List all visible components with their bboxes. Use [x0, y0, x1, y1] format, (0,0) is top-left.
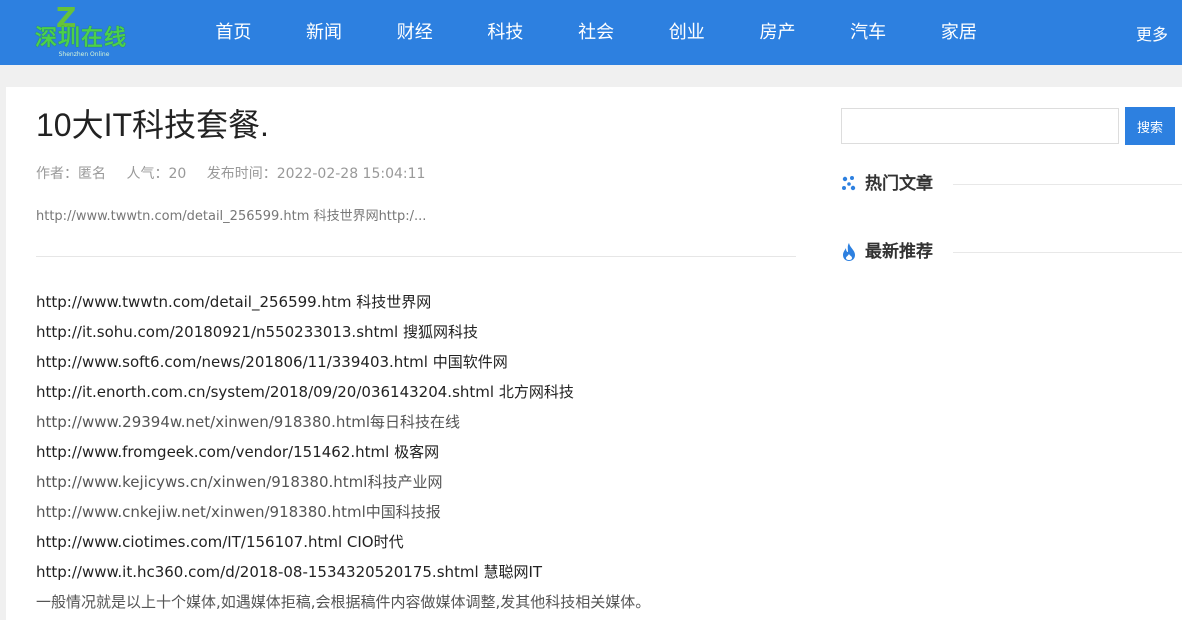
nav-finance[interactable]: 财经 — [369, 0, 460, 65]
hot-articles-header: 热门文章 — [841, 171, 1182, 197]
article-line: http://www.soft6.com/news/201806/11/3394… — [36, 353, 508, 371]
site-logo[interactable]: Z 深圳在线 Shenzhen Online — [4, 4, 158, 58]
article-meta: 作者：匿名 人气：20 发布时间：2022-02-28 15:04:11 — [36, 163, 441, 183]
nav-realestate[interactable]: 房产 — [732, 0, 823, 65]
nav-auto[interactable]: 汽车 — [823, 0, 914, 65]
top-navigation-bar: Z 深圳在线 Shenzhen Online 首页 新闻 财经 科技 社会 创业… — [0, 0, 1182, 65]
article-summary: http://www.twwtn.com/detail_256599.htm 科… — [36, 209, 427, 224]
article-line: http://www.cnkejiw.net/xinwen/918380.htm… — [36, 503, 441, 521]
latest-recommend-label: 最新推荐 — [865, 242, 933, 262]
article-line: http://www.it.hc360.com/d/2018-08-153432… — [36, 563, 543, 581]
main-nav: 首页 新闻 财经 科技 社会 创业 房产 汽车 家居 — [188, 0, 1004, 65]
article-body: http://www.twwtn.com/detail_256599.htm 科… — [36, 287, 816, 617]
latest-recommend-rule — [953, 252, 1182, 253]
divider — [36, 256, 796, 257]
article-line: http://www.29394w.net/xinwen/918380.html… — [36, 413, 460, 431]
content-card: 10大IT科技套餐. 作者：匿名 人气：20 发布时间：2022-02-28 1… — [6, 87, 1182, 620]
nav-startup[interactable]: 创业 — [641, 0, 732, 65]
nav-news[interactable]: 新闻 — [279, 0, 370, 65]
nav-tech[interactable]: 科技 — [460, 0, 551, 65]
search-button[interactable]: 搜索 — [1125, 107, 1175, 145]
article-line: http://www.kejicyws.cn/xinwen/918380.htm… — [36, 473, 443, 491]
hot-articles-rule — [953, 184, 1182, 185]
sparkle-icon — [841, 174, 857, 194]
article-author: 作者：匿名 — [36, 166, 106, 182]
nav-home[interactable]: 首页 — [188, 0, 279, 65]
article-line: 一般情况就是以上十个媒体,如遇媒体拒稿,会根据稿件内容做媒体调整,发其他科技相关… — [36, 593, 651, 611]
latest-recommend-header: 最新推荐 — [841, 239, 1182, 265]
article-line: http://www.twwtn.com/detail_256599.htm 科… — [36, 293, 432, 311]
article-title: 10大IT科技套餐. — [36, 107, 269, 143]
article-line: http://www.fromgeek.com/vendor/151462.ht… — [36, 443, 440, 461]
article-line: http://www.ciotimes.com/IT/156107.html C… — [36, 533, 404, 551]
hot-articles-label: 热门文章 — [865, 174, 933, 194]
logo-subtitle: Shenzhen Online — [58, 51, 110, 58]
nav-home-furnishing[interactable]: 家居 — [914, 0, 1005, 65]
article-published: 发布时间：2022-02-28 15:04:11 — [206, 166, 426, 182]
nav-society[interactable]: 社会 — [551, 0, 642, 65]
logo-name: 深圳在线 — [34, 26, 127, 51]
article-line: http://it.enorth.com.cn/system/2018/09/2… — [36, 383, 574, 401]
nav-more[interactable]: 更多 — [1122, 0, 1182, 65]
flame-icon — [841, 242, 857, 262]
search-input[interactable] — [841, 108, 1119, 144]
article-views: 人气：20 — [126, 166, 187, 182]
article-line: http://it.sohu.com/20180921/n550233013.s… — [36, 323, 478, 341]
